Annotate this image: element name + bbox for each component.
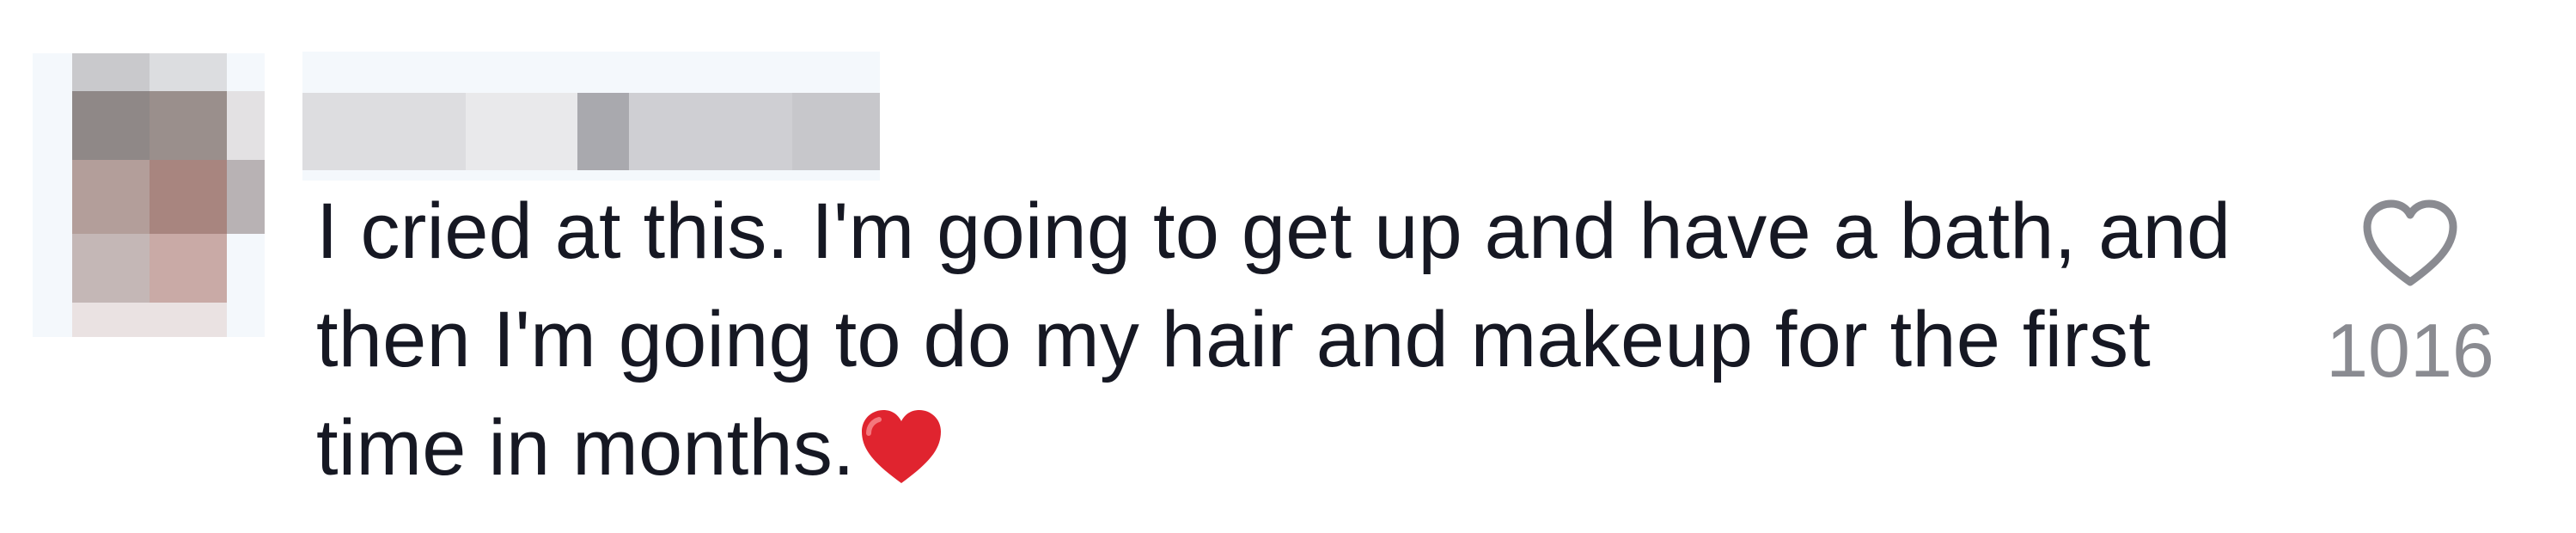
heart-outline-icon[interactable] [2360,196,2460,291]
like-button[interactable]: 1016 [2311,196,2509,420]
comment-text: I cried at this. I'm going to get up and… [316,177,2275,502]
comment-text-body: I cried at this. I'm going to get up and… [316,187,2231,492]
username[interactable] [302,52,880,181]
like-count: 1016 [2326,308,2494,393]
avatar[interactable] [33,53,265,337]
comment-item: I cried at this. I'm going to get up and… [0,0,2576,533]
red-heart-emoji-icon [861,410,941,483]
